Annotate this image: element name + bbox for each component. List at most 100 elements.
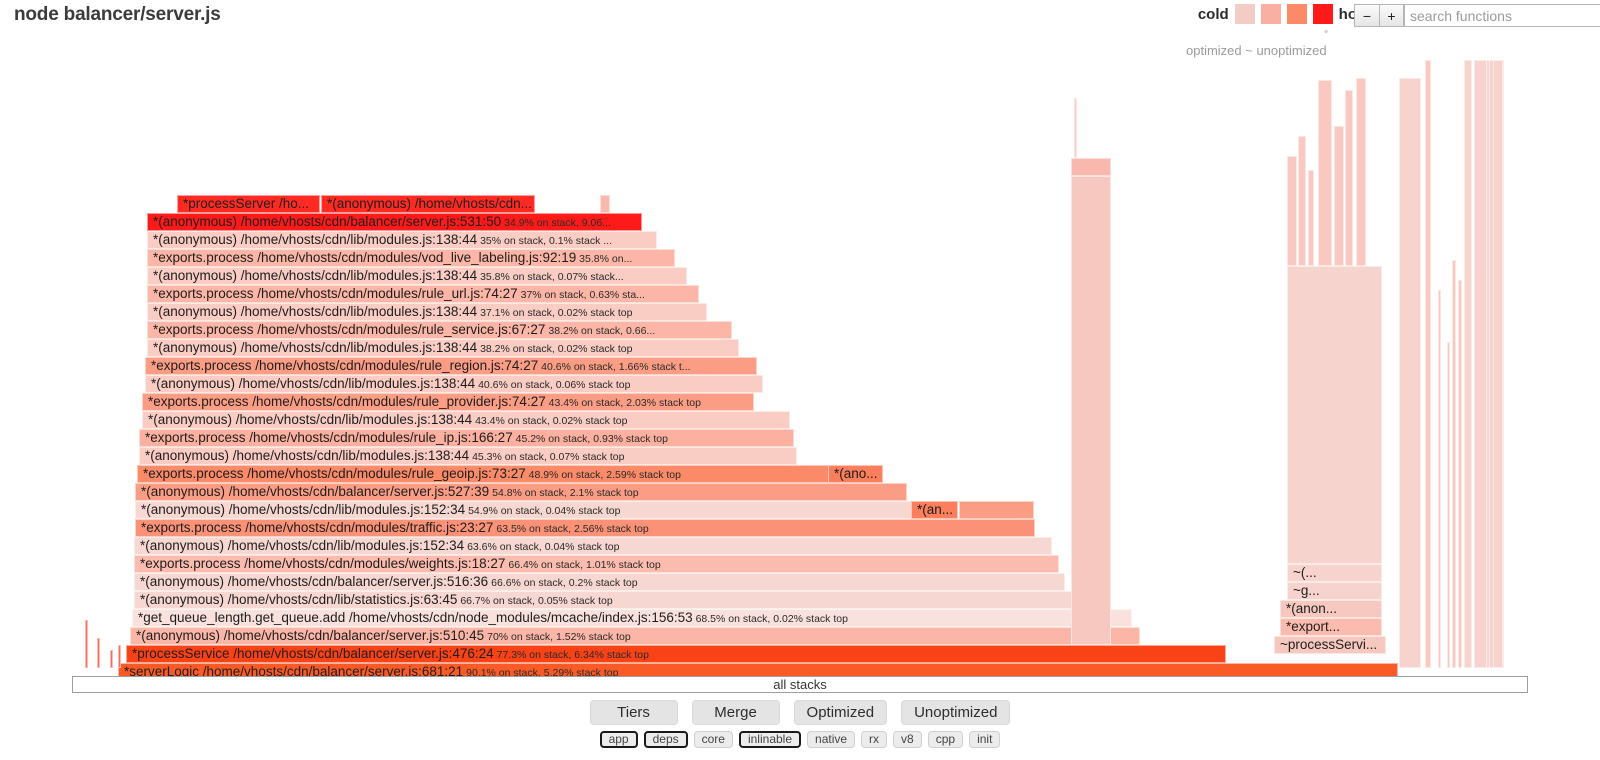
legend-swatch-2 <box>1260 4 1281 24</box>
flame-frame[interactable]: ~(... <box>1287 564 1382 582</box>
flamegraph-canvas[interactable]: *processServer /ho... *(anonymous) /home/… <box>0 60 1600 681</box>
zoom-out-button[interactable]: − <box>1354 4 1379 27</box>
frame-label: *(anonymous) /home/vhosts/cdn/lib/module… <box>153 304 478 319</box>
flame-frame[interactable] <box>1425 60 1431 668</box>
flame-frame[interactable]: *(anonymous) /home/vhosts/cdn/lib/module… <box>147 303 707 321</box>
flame-frame[interactable] <box>1356 78 1366 266</box>
frame-label: ~processServi... <box>1280 637 1378 652</box>
flame-frame[interactable]: *processService /home/vhosts/cdn/balance… <box>126 645 1226 663</box>
flame-frame[interactable]: *(anonymous) /home/vhosts/cdn/balancer/s… <box>134 573 1065 591</box>
flame-frame[interactable]: *(anonymous) /home/vhosts/cdn/balancer/s… <box>135 483 907 501</box>
frame-label: *exports.process /home/vhosts/cdn/module… <box>153 286 518 301</box>
flame-frame[interactable] <box>1438 290 1441 668</box>
flame-frame[interactable] <box>1287 156 1297 266</box>
filter-pill-deps[interactable]: deps <box>643 731 688 748</box>
flame-frame[interactable] <box>1486 60 1490 668</box>
frame-label: *(anonymous) /home/vhosts/cdn/lib/module… <box>145 448 470 463</box>
flame-frame[interactable] <box>85 620 88 668</box>
flame-frame[interactable] <box>110 650 113 668</box>
filter-pill-app[interactable]: app <box>599 731 638 748</box>
flame-frame[interactable]: *(anonymous) /home/vhosts/cdn/lib/module… <box>147 339 739 357</box>
flame-frame[interactable]: *exports.process /home/vhosts/cdn/module… <box>142 393 754 411</box>
frame-label: *(an... <box>917 502 954 517</box>
flame-frame[interactable] <box>1399 78 1421 668</box>
flame-frame[interactable]: *export... <box>1280 618 1382 636</box>
frame-label: *(anonymous) /home/vhosts/cdn/lib/module… <box>153 268 478 283</box>
flame-frame[interactable] <box>1071 176 1111 645</box>
frame-label: *exports.process /home/vhosts/cdn/module… <box>153 322 546 337</box>
flame-frame[interactable]: *(anonymous) /home/vhosts/cdn/lib/statis… <box>134 591 1074 609</box>
zoom-in-button[interactable]: + <box>1379 4 1404 27</box>
frame-stats: 68.5% on stack, 0.02% stack top <box>692 613 848 625</box>
flame-frame[interactable]: ~processServi... <box>1274 636 1386 654</box>
flame-frame[interactable]: *(anonymous) /home/vhosts/cdn/lib/module… <box>147 231 657 249</box>
filter-pill-rx[interactable]: rx <box>861 731 888 748</box>
flame-frame[interactable]: *get_queue_length.get_queue.add /home/vh… <box>132 609 1132 627</box>
frame-label: ~g... <box>1293 583 1320 598</box>
flame-frame[interactable]: *(anonymous) /home/vhosts/cdn/lib/module… <box>147 267 687 285</box>
frame-label: *exports.process /home/vhosts/cdn/module… <box>140 556 506 571</box>
control-button-optimized[interactable]: Optimized <box>793 700 888 725</box>
flame-frame[interactable]: *exports.process /home/vhosts/cdn/module… <box>134 555 1059 573</box>
flame-frame[interactable] <box>1287 266 1382 564</box>
flame-frame[interactable] <box>959 501 1034 519</box>
flame-frame[interactable]: *processServer /ho... <box>177 195 320 213</box>
control-button-merge[interactable]: Merge <box>691 700 780 725</box>
flame-frame[interactable]: *(anonymous) /home/vhosts/cdn/lib/module… <box>142 411 790 429</box>
flame-frame[interactable]: *exports.process /home/vhosts/cdn/module… <box>139 429 794 447</box>
flame-frame[interactable]: *exports.process /home/vhosts/cdn/module… <box>137 465 883 483</box>
frame-stats: 66.7% on stack, 0.05% stack top <box>457 595 613 607</box>
filter-pill-inlinable[interactable]: inlinable <box>738 731 802 748</box>
flame-frame[interactable]: *(anonymous) /home/vhosts/cdn/balancer/s… <box>147 213 642 231</box>
flame-frame[interactable] <box>1318 80 1332 266</box>
filter-pill-init[interactable]: init <box>969 731 1001 748</box>
flame-frame[interactable]: ~g... <box>1287 582 1382 600</box>
flame-frame[interactable]: *(anonymous) /home/vhosts/cdn/balancer/s… <box>130 627 1140 645</box>
flame-frame[interactable] <box>1464 60 1472 668</box>
control-button-unoptimized[interactable]: Unoptimized <box>901 700 1011 725</box>
control-button-row: Tiers Merge Optimized Unoptimized <box>0 700 1600 725</box>
filter-pill-native[interactable]: native <box>807 731 856 748</box>
flame-frame[interactable]: *(anonymous) /home/vhosts/cdn/lib/module… <box>134 537 1052 555</box>
flame-frame[interactable] <box>1334 126 1344 266</box>
flame-frame[interactable] <box>1452 260 1456 668</box>
filter-pill-core[interactable]: core <box>693 731 733 748</box>
control-button-tiers[interactable]: Tiers <box>589 700 678 725</box>
all-stacks-bar[interactable]: all stacks <box>72 676 1528 693</box>
flame-frame[interactable] <box>1074 98 1077 158</box>
flame-frame[interactable]: *(an... <box>911 501 958 519</box>
flame-frame[interactable]: *exports.process /home/vhosts/cdn/module… <box>147 285 699 303</box>
flame-frame[interactable] <box>1447 342 1450 668</box>
flame-frame[interactable] <box>600 195 610 213</box>
filter-pill-cpp[interactable]: cpp <box>927 731 964 748</box>
flame-frame[interactable]: *(anon... <box>1280 600 1382 618</box>
flame-frame[interactable]: *exports.process /home/vhosts/cdn/module… <box>147 249 675 267</box>
frame-label: *(anonymous) /home/vhosts/cdn/balancer/s… <box>136 628 485 643</box>
flame-frame[interactable]: *exports.process /home/vhosts/cdn/module… <box>135 519 1035 537</box>
flame-frame[interactable]: *exports.process /home/vhosts/cdn/module… <box>147 321 732 339</box>
frame-label: *exports.process /home/vhosts/cdn/module… <box>153 250 577 265</box>
frame-stats: 34.9% on stack, 9.06... <box>501 217 611 229</box>
flame-frame[interactable] <box>1458 280 1462 668</box>
flame-frame[interactable] <box>97 638 100 668</box>
flame-frame[interactable] <box>1345 90 1353 266</box>
frame-label: *(anonymous) /home/vhosts/cdn/balancer/s… <box>153 214 502 229</box>
search-input[interactable] <box>1404 4 1600 27</box>
frame-label: ~(... <box>1293 565 1317 580</box>
flame-frame[interactable]: *(anonymous) /home/vhosts/cdn/lib/module… <box>135 501 912 519</box>
flame-frame[interactable]: *(anonymous) /home/vhosts/cdn... <box>321 195 535 213</box>
flame-frame[interactable] <box>1493 60 1503 668</box>
frame-label: *(anonymous) /home/vhosts/cdn/lib/module… <box>151 376 476 391</box>
flame-frame[interactable] <box>1071 158 1111 176</box>
flame-frame[interactable] <box>1298 136 1306 266</box>
flame-frame[interactable]: *(ano... <box>828 465 883 483</box>
frame-stats: 37.1% on stack, 0.02% stack top <box>477 307 633 319</box>
flame-frame[interactable] <box>1308 170 1314 266</box>
flame-frame[interactable]: *exports.process /home/vhosts/cdn/module… <box>145 357 757 375</box>
flame-frame[interactable]: *(anonymous) /home/vhosts/cdn/lib/module… <box>145 375 763 393</box>
flame-frame[interactable] <box>118 645 121 668</box>
frame-label: *(anonymous) /home/vhosts/cdn/lib/module… <box>148 412 473 427</box>
frame-stats: 45.2% on stack, 0.93% stack top <box>512 433 668 445</box>
flame-frame[interactable]: *(anonymous) /home/vhosts/cdn/lib/module… <box>139 447 797 465</box>
filter-pill-v8[interactable]: v8 <box>893 731 922 748</box>
